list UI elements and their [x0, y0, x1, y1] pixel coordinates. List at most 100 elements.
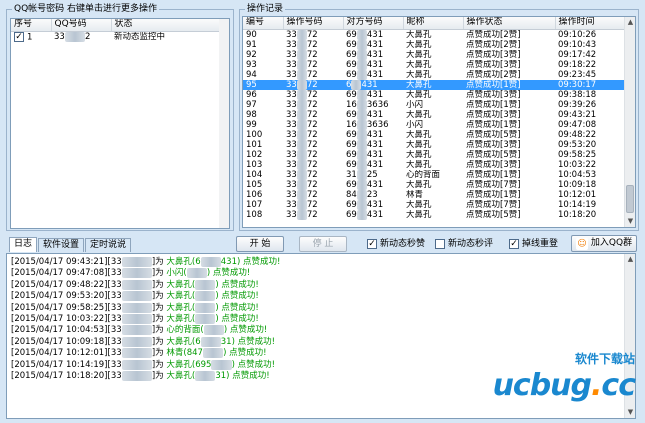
stop-button[interactable]: 停 止 — [299, 236, 347, 252]
tab-log[interactable]: 日志 — [9, 237, 38, 252]
column-header-op-number[interactable]: 操作号码 — [283, 17, 344, 30]
record-nickname: 大鼻孔 — [406, 49, 432, 60]
record-op-number: 33xx72 — [286, 59, 318, 70]
column-header-qq[interactable]: QQ号码 — [51, 19, 112, 32]
new-feed-like-checkbox[interactable]: ✓ — [367, 239, 377, 249]
watermark-logo: ucbug.cc — [492, 368, 636, 403]
record-row[interactable]: 97 33xx72 16xx3636 小闪 点赞成功[1赞] 09:39:26 — [243, 99, 626, 110]
option-new-feed-comment[interactable]: 新动态秒评 — [435, 238, 493, 250]
accounts-list[interactable]: 序号 QQ号码 状态 ✓1 33xxxx2 新动态监控中 — [10, 18, 230, 229]
record-nickname: 大鼻孔 — [406, 149, 432, 160]
account-row[interactable]: ✓1 33xxxx2 新动态监控中 — [11, 31, 229, 42]
log-line: [2015/04/17 10:04:53][33xxxxxx]为 心的背面(xx… — [11, 325, 268, 336]
account-status: 新动态监控中 — [114, 31, 166, 42]
record-row[interactable]: 104 33xx72 31xx25 心的背面 点赞成功[1赞] 10:04:53 — [243, 169, 626, 180]
record-op-number: 33xx72 — [283, 79, 343, 90]
record-op-status: 点赞成功[5赞] — [466, 129, 521, 140]
record-op-number: 33xx72 — [286, 159, 318, 170]
record-row[interactable]: 9533xx726xx431大鼻孔点赞成功[1赞]09:30:17 — [243, 79, 626, 90]
record-peer-number: 69xx431 — [346, 149, 384, 160]
log-line: [2015/04/17 09:43:21][33xxxxxx]为 大鼻孔(6xx… — [11, 257, 281, 267]
log-line: [2015/04/17 09:47:08][33xxxxxx]为 小闪(xxxx… — [11, 268, 251, 279]
record-op-time: 10:18:20 — [558, 209, 597, 220]
record-peer-number: 69xx431 — [346, 109, 384, 120]
join-qq-group-button[interactable]: ☺ 加入QQ群 — [571, 235, 637, 252]
new-feed-comment-checkbox[interactable] — [435, 239, 445, 249]
account-checkbox[interactable]: ✓ — [14, 31, 24, 42]
records-list[interactable]: 编号 操作号码 对方号码 昵称 操作状态 操作时间 9033xx7269xx43… — [242, 16, 636, 228]
record-row[interactable]: 107 33xx72 69xx431 大鼻孔 点赞成功[7赞] 10:14:19 — [243, 199, 626, 210]
record-op-status: 点赞成功[3赞] — [466, 139, 521, 150]
record-nickname: 大鼻孔 — [406, 179, 432, 190]
log-line: [2015/04/17 10:03:22][33xxxxxx]为 大鼻孔(xxx… — [11, 314, 259, 325]
log-line: [2015/04/17 09:58:25][33xxxxxx]为 大鼻孔(xxx… — [11, 302, 259, 313]
record-row[interactable]: 93 33xx72 69xx431 大鼻孔 点赞成功[3赞] 09:18:22 — [243, 59, 626, 70]
account-index: ✓ 1 — [14, 31, 33, 42]
record-row[interactable]: 105 33xx72 69xx431 大鼻孔 点赞成功[7赞] 10:09:18 — [243, 179, 626, 190]
record-nickname: 小闪 — [406, 99, 424, 110]
record-row[interactable]: 108 33xx72 69xx431 大鼻孔 点赞成功[5赞] 10:18:20 — [243, 209, 626, 220]
tab-scheduled-post[interactable]: 定时说说 — [85, 238, 132, 252]
record-op-number: 33xx72 — [286, 129, 318, 140]
record-row[interactable]: 98 33xx72 69xx431 大鼻孔 点赞成功[3赞] 09:43:21 — [243, 109, 626, 120]
record-op-status: 点赞成功[3赞] — [466, 59, 521, 70]
record-id: 104 — [246, 169, 263, 180]
column-header-id[interactable]: 编号 — [243, 17, 284, 30]
record-row[interactable]: 100 33xx72 69xx431 大鼻孔 点赞成功[5赞] 09:48:22 — [243, 129, 626, 140]
log-scroll-up-icon[interactable]: ▲ — [625, 254, 635, 265]
record-id: 103 — [246, 159, 263, 170]
column-header-op-time[interactable]: 操作时间 — [555, 17, 627, 30]
option-auto-relogin[interactable]: ✓ 掉线重登 — [509, 238, 558, 250]
record-row[interactable]: 91 33xx72 69xx431 大鼻孔 点赞成功[2赞] 09:10:43 — [243, 39, 626, 50]
record-id: 100 — [246, 129, 263, 140]
accounts-scrollbar[interactable] — [219, 19, 229, 228]
record-nickname: 大鼻孔 — [406, 69, 432, 80]
record-op-time: 09:43:21 — [558, 109, 597, 120]
record-op-status: 点赞成功[3赞] — [466, 49, 521, 60]
record-op-status: 点赞成功[2赞] — [466, 69, 521, 80]
log-line: [2015/04/17 09:48:22][33xxxxxx]为 大鼻孔(xxx… — [11, 279, 259, 290]
record-nickname: 大鼻孔 — [406, 89, 432, 100]
watermark-site-name: 软件下载站 — [574, 352, 635, 366]
record-row[interactable]: 101 33xx72 69xx431 大鼻孔 点赞成功[3赞] 09:53:20 — [243, 139, 626, 150]
log-scroll-down-icon[interactable]: ▼ — [625, 407, 635, 418]
record-peer-number: 31xx25 — [346, 169, 378, 180]
record-row[interactable]: 92 33xx72 69xx431 大鼻孔 点赞成功[3赞] 09:17:42 — [243, 49, 626, 60]
record-op-time: 09:17:42 — [558, 49, 597, 60]
tab-settings[interactable]: 软件设置 — [38, 238, 85, 252]
record-row[interactable]: 102 33xx72 69xx431 大鼻孔 点赞成功[5赞] 09:58:25 — [243, 149, 626, 160]
record-op-number: 33xx72 — [286, 169, 318, 180]
column-header-status[interactable]: 状态 — [111, 19, 222, 32]
record-row[interactable]: 106 33xx72 84xx23 林青 点赞成功[1赞] 10:12:01 — [243, 189, 626, 200]
record-row[interactable]: 96 33xx72 69xx431 大鼻孔 点赞成功[3赞] 09:38:18 — [243, 89, 626, 100]
record-op-number: 33xx72 — [286, 139, 318, 150]
record-row[interactable]: 94 33xx72 69xx431 大鼻孔 点赞成功[2赞] 09:23:45 — [243, 69, 626, 80]
record-op-time: 10:12:01 — [558, 189, 597, 200]
option-new-feed-like[interactable]: ✓ 新动态秒赞 — [367, 238, 425, 250]
join-qq-group-label: 加入QQ群 — [590, 238, 633, 248]
record-id: 91 — [246, 39, 257, 50]
record-nickname: 大鼻孔 — [403, 79, 463, 90]
scroll-thumb[interactable] — [626, 185, 634, 213]
records-header-row: 编号 操作号码 对方号码 昵称 操作状态 操作时间 — [243, 17, 627, 30]
record-nickname: 小闪 — [406, 119, 424, 130]
column-header-peer-number[interactable]: 对方号码 — [343, 17, 404, 30]
record-op-number: 33xx72 — [286, 89, 318, 100]
column-header-index[interactable]: 序号 — [11, 19, 52, 32]
record-id: 106 — [246, 189, 263, 200]
record-op-number: 33xx72 — [286, 29, 318, 40]
record-row[interactable]: 99 33xx72 16xx3636 小闪 点赞成功[1赞] 09:47:08 — [243, 119, 626, 130]
column-header-nickname[interactable]: 昵称 — [403, 17, 464, 30]
record-row[interactable]: 90 33xx72 69xx431 大鼻孔 点赞成功[2赞] 09:10:26 — [243, 29, 626, 40]
record-peer-number: 69xx431 — [346, 49, 384, 60]
start-button[interactable]: 开 始 — [236, 236, 284, 252]
record-peer-number: 69xx431 — [346, 139, 384, 150]
auto-relogin-checkbox[interactable]: ✓ — [509, 239, 519, 249]
record-id: 92 — [246, 49, 257, 60]
record-row[interactable]: 103 33xx72 69xx431 大鼻孔 点赞成功[3赞] 10:03:22 — [243, 159, 626, 170]
records-scrollbar[interactable]: ▲ ▼ — [624, 17, 635, 227]
scroll-up-arrow-icon[interactable]: ▲ — [625, 17, 635, 28]
scroll-down-arrow-icon[interactable]: ▼ — [625, 216, 635, 227]
column-header-op-status[interactable]: 操作状态 — [463, 17, 556, 30]
record-op-number: 33xx72 — [286, 49, 318, 60]
